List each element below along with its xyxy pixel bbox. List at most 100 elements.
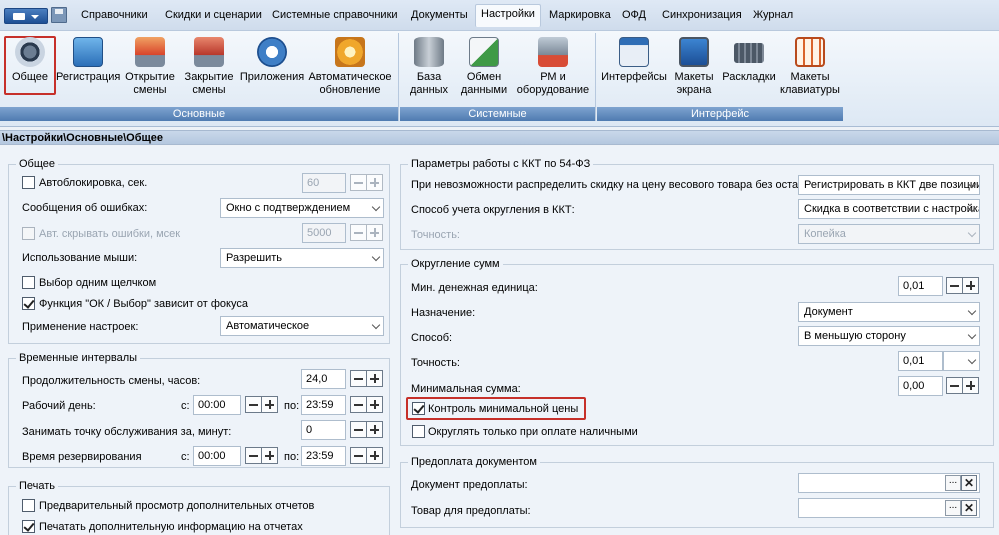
ribbon-label-auto-update: Автоматическое обновление xyxy=(308,71,392,96)
save-icon[interactable] xyxy=(51,7,67,23)
autohide-input[interactable]: 5000 xyxy=(302,223,346,243)
menu-item-ofd[interactable]: ОФД xyxy=(617,6,651,25)
menu-item-settings[interactable]: Настройки xyxy=(475,4,541,27)
chevron-down-icon xyxy=(371,252,381,262)
autolock-input[interactable]: 60 xyxy=(302,173,346,193)
cash-only-checkbox[interactable] xyxy=(412,425,425,438)
menu-item-system-directories[interactable]: Системные справочники xyxy=(267,6,403,25)
reserve-to-input[interactable]: 23:59 xyxy=(301,446,346,466)
errors-select[interactable]: Окно с подтверждением xyxy=(220,198,384,218)
plus-button[interactable] xyxy=(366,421,383,438)
workday-from-input[interactable]: 00:00 xyxy=(193,395,241,415)
menu-item-marking[interactable]: Маркировка xyxy=(544,6,616,25)
round-precision-input[interactable]: 0,01 xyxy=(898,351,943,371)
workday-to-input[interactable]: 23:59 xyxy=(301,395,346,415)
kkt-precision-select[interactable]: Копейка xyxy=(798,224,980,244)
chevron-down-icon xyxy=(967,228,977,238)
ribbon-button-keyboard-layouts[interactable]: Макеты клавиатуры xyxy=(780,33,840,103)
minus-button[interactable] xyxy=(946,277,963,294)
plus-button[interactable] xyxy=(366,224,383,241)
app-menu-button[interactable] xyxy=(4,8,48,24)
minus-button[interactable] xyxy=(350,447,367,464)
minus-button[interactable] xyxy=(245,447,262,464)
ribbon-button-registration[interactable]: Регистрация xyxy=(56,33,120,103)
autohide-label: Авт. скрывать ошибки, мсек xyxy=(39,228,181,240)
ribbon-button-close-shift[interactable]: Закрытие смены xyxy=(180,33,238,103)
purpose-select[interactable]: Документ xyxy=(798,302,980,322)
workstation-icon xyxy=(538,37,568,67)
minus-button[interactable] xyxy=(350,396,367,413)
ribbon-group-system-label: Системные xyxy=(400,107,595,121)
extra-info-checkbox[interactable] xyxy=(22,520,35,533)
clear-icon[interactable]: ✕ xyxy=(961,500,977,516)
minus-button[interactable] xyxy=(350,370,367,387)
prepay-goods-label: Товар для предоплаты: xyxy=(411,505,531,517)
reserve-from-input[interactable]: 00:00 xyxy=(193,446,241,466)
autohide-checkbox[interactable] xyxy=(22,227,35,240)
kkt-rounding-select[interactable]: Скидка в соответствии с настройками xyxy=(798,199,980,219)
menu-item-documents[interactable]: Документы xyxy=(406,6,473,25)
clear-icon[interactable]: ✕ xyxy=(961,475,977,491)
plus-button[interactable] xyxy=(366,396,383,413)
autolock-checkbox[interactable] xyxy=(22,176,35,189)
ribbon-button-layouts[interactable]: Раскладки xyxy=(720,33,778,103)
plus-button[interactable] xyxy=(962,277,979,294)
plus-button[interactable] xyxy=(366,370,383,387)
min-price-checkbox[interactable] xyxy=(412,402,425,415)
ribbon-button-exchange[interactable]: Обмен данными xyxy=(455,33,513,103)
method-select[interactable]: В меньшую сторону xyxy=(798,326,980,346)
menu-item-directories[interactable]: Справочники xyxy=(76,6,153,25)
to-label: по: xyxy=(284,451,300,463)
single-click-checkbox[interactable] xyxy=(22,276,35,289)
minus-button[interactable] xyxy=(350,421,367,438)
dialog-ok-icon xyxy=(619,37,649,67)
ribbon-separator xyxy=(595,33,596,121)
pick-button[interactable]: ... xyxy=(945,475,961,491)
menu-item-discounts[interactable]: Скидки и сценарии xyxy=(160,6,267,25)
ribbon-button-general[interactable]: Общее xyxy=(4,33,56,103)
ribbon-button-workstation[interactable]: РМ и оборудование xyxy=(513,33,593,103)
shift-label: Продолжительность смены, часов: xyxy=(22,375,201,387)
chevron-down-icon xyxy=(967,355,977,365)
ribbon-button-open-shift[interactable]: Открытие смены xyxy=(120,33,180,103)
from-label: с: xyxy=(181,451,190,463)
ribbon-button-database[interactable]: База данных xyxy=(406,33,452,103)
minus-button[interactable] xyxy=(350,224,367,241)
kkt-rounding-value: Скидка в соответствии с настройками xyxy=(804,203,980,215)
plus-button[interactable] xyxy=(366,447,383,464)
min-sum-input[interactable]: 0,00 xyxy=(898,376,943,396)
round-precision-dropdown[interactable] xyxy=(943,351,980,371)
discount-select[interactable]: Регистрировать в ККТ две позиции xyxy=(798,175,980,195)
apply-select[interactable]: Автоматическое xyxy=(220,316,384,336)
min-unit-input[interactable]: 0,01 xyxy=(898,276,943,296)
round-precision-label: Точность: xyxy=(411,357,460,369)
minus-button[interactable] xyxy=(946,377,963,394)
minus-button[interactable] xyxy=(350,174,367,191)
workday-label: Рабочий день: xyxy=(22,400,96,412)
kkt-rounding-label: Способ учета округления в ККТ: xyxy=(411,204,575,216)
pick-button[interactable]: ... xyxy=(945,500,961,516)
plus-button[interactable] xyxy=(962,377,979,394)
ribbon-button-auto-update[interactable]: Автоматическое обновление xyxy=(306,33,394,103)
plus-button[interactable] xyxy=(261,396,278,413)
ribbon-label-close-shift: Закрытие смены xyxy=(184,71,234,96)
shift-input[interactable]: 24,0 xyxy=(301,369,346,389)
preview-checkbox[interactable] xyxy=(22,499,35,512)
to-label: по: xyxy=(284,400,300,412)
ribbon-label-open-shift: Открытие смены xyxy=(125,71,175,96)
mouse-select[interactable]: Разрешить xyxy=(220,248,384,268)
plus-button[interactable] xyxy=(366,174,383,191)
occupy-label: Занимать точку обслуживания за, минут: xyxy=(22,426,232,438)
plus-button[interactable] xyxy=(261,447,278,464)
data-exchange-icon xyxy=(469,37,499,67)
breadcrumb: \Настройки\Основные\Общее xyxy=(0,130,999,145)
ribbon-button-screen-layouts[interactable]: Макеты экрана xyxy=(670,33,718,103)
minus-button[interactable] xyxy=(245,396,262,413)
ribbon-label-exchange: Обмен данными xyxy=(460,71,508,96)
ok-focus-checkbox[interactable] xyxy=(22,297,35,310)
menu-item-sync[interactable]: Синхронизация xyxy=(657,6,747,25)
ribbon-button-apps[interactable]: Приложения xyxy=(238,33,306,103)
occupy-input[interactable]: 0 xyxy=(301,420,346,440)
ribbon-button-interfaces[interactable]: Интерфейсы xyxy=(600,33,668,103)
menu-item-journal[interactable]: Журнал xyxy=(748,6,798,25)
